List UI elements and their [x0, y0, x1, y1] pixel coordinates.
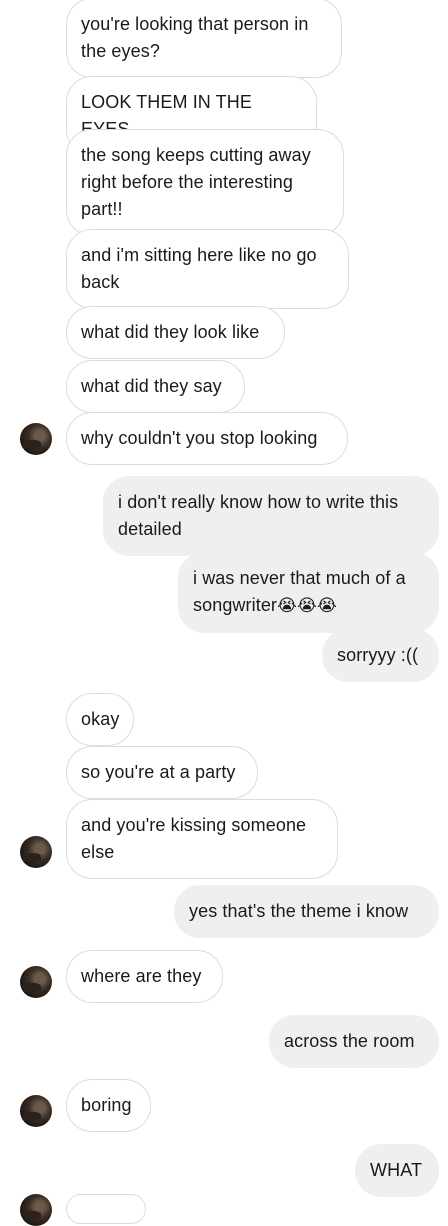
message-text: sorryyy :(( — [337, 645, 419, 665]
incoming-message[interactable]: why couldn't you stop looking — [66, 412, 348, 465]
message-text: you're looking that person in the eyes? — [81, 14, 309, 61]
incoming-message[interactable]: so you're at a party — [66, 746, 258, 799]
incoming-message[interactable]: where are they — [66, 950, 223, 1003]
message-text: boring — [81, 1095, 132, 1115]
message-text: okay — [81, 709, 120, 729]
message-text: and i'm sitting here like no go back — [81, 245, 317, 292]
incoming-message[interactable]: you're looking that person in the eyes? — [66, 0, 342, 78]
message-text: across the room — [284, 1031, 415, 1051]
outgoing-message[interactable]: yes that's the theme i know — [174, 885, 439, 938]
incoming-message[interactable]: what did they say — [66, 360, 245, 413]
contact-avatar-icon[interactable] — [20, 836, 52, 868]
message-text: what did they say — [81, 376, 222, 396]
outgoing-message[interactable]: across the room — [269, 1015, 439, 1068]
outgoing-message[interactable]: WHAT — [355, 1144, 439, 1197]
incoming-message-partial[interactable] — [66, 1194, 146, 1224]
incoming-message[interactable]: boring — [66, 1079, 151, 1132]
contact-avatar-icon[interactable] — [20, 966, 52, 998]
outgoing-message[interactable]: sorryyy :(( — [322, 629, 439, 682]
message-text: so you're at a party — [81, 762, 236, 782]
contact-avatar-icon[interactable] — [20, 1095, 52, 1127]
message-text: WHAT — [370, 1160, 423, 1180]
crying-emoji: 😭😭😭 — [277, 596, 337, 616]
contact-avatar-icon[interactable] — [20, 1194, 52, 1226]
contact-avatar-icon[interactable] — [20, 423, 52, 455]
incoming-message[interactable]: what did they look like — [66, 306, 285, 359]
message-text: i don't really know how to write this de… — [118, 492, 399, 539]
incoming-message[interactable]: the song keeps cutting away right before… — [66, 129, 344, 236]
outgoing-message[interactable]: i don't really know how to write this de… — [103, 476, 439, 556]
message-text: why couldn't you stop looking — [81, 428, 318, 448]
incoming-message[interactable]: and i'm sitting here like no go back — [66, 229, 349, 309]
incoming-message[interactable]: and you're kissing someone else — [66, 799, 338, 879]
message-text: yes that's the theme i know — [189, 901, 409, 921]
message-text: what did they look like — [81, 322, 260, 342]
message-text: where are they — [81, 966, 202, 986]
message-text: the song keeps cutting away right before… — [81, 145, 311, 219]
incoming-message[interactable]: okay — [66, 693, 134, 746]
message-text: and you're kissing someone else — [81, 815, 307, 862]
outgoing-message[interactable]: i was never that much of a songwriter😭😭😭 — [178, 552, 439, 633]
